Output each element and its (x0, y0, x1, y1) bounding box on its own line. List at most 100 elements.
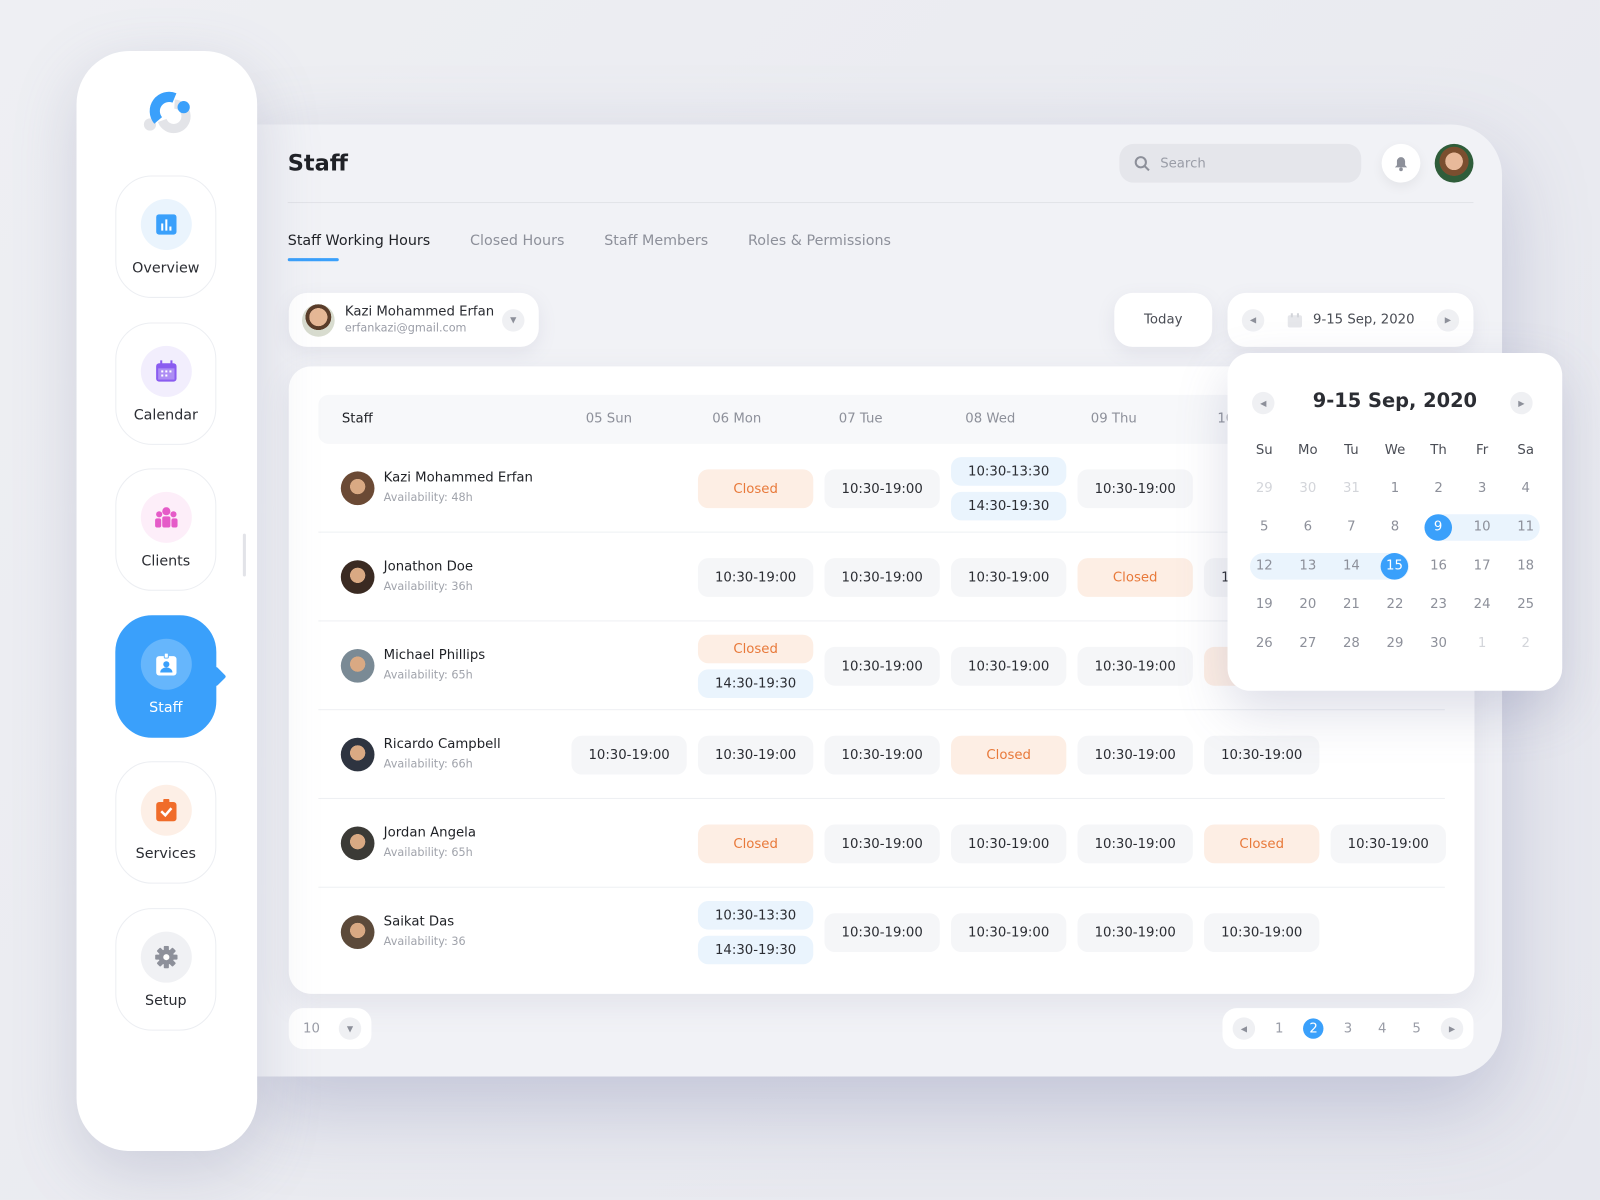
time-slot[interactable]: 10:30-19:00 (1077, 646, 1193, 686)
time-slot[interactable]: 10:30-19:00 (1330, 824, 1446, 864)
calendar-day[interactable]: 9 (1424, 514, 1452, 541)
column-header: 09 Thu (1090, 411, 1137, 427)
calendar-day[interactable]: 17 (1462, 553, 1503, 580)
time-slot[interactable]: 10:30-19:00 (697, 558, 814, 597)
closed-slot[interactable]: Closed (697, 469, 814, 509)
tab-staff-members[interactable]: Staff Members (604, 233, 708, 262)
time-slot[interactable]: 10:30-19:00 (1077, 469, 1193, 509)
calendar-day[interactable]: 10 (1462, 514, 1503, 541)
calendar-day[interactable]: 2 (1505, 631, 1546, 658)
page-1-button[interactable]: 1 (1269, 1018, 1289, 1038)
calendar-day[interactable]: 5 (1244, 514, 1285, 541)
user-avatar[interactable] (1434, 143, 1474, 183)
date-range-picker[interactable]: ◀ 9-15 Sep, 2020 ▶ (1227, 292, 1474, 347)
calendar-day[interactable]: 6 (1287, 514, 1328, 541)
tab-closed-hours[interactable]: Closed Hours (470, 233, 564, 262)
sidebar-scrollbar[interactable] (242, 533, 246, 577)
chevron-down-icon[interactable]: ▼ (502, 308, 525, 332)
calendar-day[interactable]: 13 (1287, 553, 1328, 580)
sidebar-item-services[interactable]: Services (115, 761, 217, 884)
time-slot[interactable]: 14:30-19:30 (697, 669, 814, 698)
tab-roles-permissions[interactable]: Roles & Permissions (748, 233, 891, 262)
column-header: 05 Sun (585, 411, 633, 427)
time-slot[interactable]: 10:30-13:30 (697, 901, 814, 930)
time-slot[interactable]: 10:30-19:00 (1077, 824, 1193, 864)
calendar-day[interactable]: 3 (1462, 476, 1503, 503)
time-slot[interactable]: 10:30-19:00 (951, 558, 1067, 597)
calendar-day[interactable]: 4 (1505, 476, 1546, 503)
sidebar-item-setup[interactable]: Setup (115, 907, 217, 1031)
calendar-day[interactable]: 22 (1375, 592, 1416, 619)
sidebar-item-overview[interactable]: Overview (115, 175, 217, 298)
tab-staff-working-hours[interactable]: Staff Working Hours (287, 233, 430, 262)
time-slot[interactable]: 10:30-19:00 (951, 646, 1067, 686)
page-5-button[interactable]: 5 (1406, 1018, 1426, 1038)
calendar-day[interactable]: 16 (1418, 553, 1459, 580)
prev-week-button[interactable]: ◀ (1241, 308, 1265, 332)
calendar-day[interactable]: 18 (1505, 553, 1546, 580)
time-slot[interactable]: 10:30-13:30 (951, 457, 1067, 486)
calendar-day[interactable]: 29 (1244, 476, 1285, 503)
time-slot[interactable]: 10:30-19:00 (697, 735, 814, 775)
time-slot[interactable]: 10:30-19:00 (824, 735, 940, 775)
time-slot[interactable]: 10:30-19:00 (1204, 735, 1320, 775)
closed-slot[interactable]: Closed (697, 634, 814, 664)
prev-page-button[interactable]: ◀ (1232, 1017, 1256, 1040)
time-slot[interactable]: 10:30-19:00 (824, 824, 940, 864)
time-slot[interactable]: 10:30-19:00 (1077, 913, 1193, 953)
calendar-day[interactable]: 19 (1244, 592, 1285, 619)
calendar-day[interactable]: 27 (1287, 631, 1328, 658)
page-2-button[interactable]: 2 (1303, 1018, 1324, 1039)
calendar-day[interactable]: 12 (1244, 553, 1285, 580)
sidebar-item-staff[interactable]: Staff (115, 614, 217, 738)
time-slot[interactable]: 14:30-19:30 (697, 935, 814, 965)
page-size-select[interactable]: 10 ▼ (288, 1008, 372, 1049)
time-slot[interactable]: 10:30-19:00 (824, 646, 940, 686)
calendar-day[interactable]: 2 (1418, 476, 1459, 503)
time-slot[interactable]: 10:30-19:00 (824, 469, 940, 509)
calendar-day[interactable]: 28 (1331, 631, 1372, 658)
calendar-day[interactable]: 26 (1244, 631, 1285, 658)
calendar-day[interactable]: 15 (1380, 553, 1409, 580)
calendar-day[interactable]: 21 (1331, 592, 1372, 619)
calendar-day[interactable]: 20 (1287, 592, 1328, 619)
time-slot[interactable]: 14:30-19:30 (951, 491, 1067, 521)
notifications-button[interactable] (1381, 143, 1421, 183)
calendar-day[interactable]: 30 (1287, 476, 1328, 503)
calendar-next-button[interactable]: ▶ (1510, 391, 1533, 415)
closed-slot[interactable]: Closed (1077, 558, 1193, 597)
calendar-day[interactable]: 29 (1375, 631, 1416, 658)
closed-slot[interactable]: Closed (697, 824, 814, 864)
time-slot[interactable]: 10:30-19:00 (824, 558, 940, 597)
time-slot[interactable]: 10:30-19:00 (951, 824, 1067, 864)
calendar-day[interactable]: 14 (1331, 553, 1372, 580)
calendar-day[interactable]: 23 (1418, 592, 1459, 619)
calendar-day[interactable]: 31 (1331, 476, 1372, 503)
time-slot[interactable]: 10:30-19:00 (1077, 735, 1193, 775)
closed-slot[interactable]: Closed (951, 735, 1067, 775)
time-slot[interactable]: 10:30-19:00 (951, 913, 1067, 953)
calendar-day[interactable]: 24 (1462, 592, 1503, 619)
calendar-day[interactable]: 1 (1462, 631, 1503, 658)
today-button[interactable]: Today (1114, 292, 1213, 347)
time-slot[interactable]: 10:30-19:00 (824, 913, 940, 953)
page-4-button[interactable]: 4 (1372, 1018, 1392, 1038)
next-week-button[interactable]: ▶ (1436, 308, 1460, 332)
page-3-button[interactable]: 3 (1338, 1018, 1358, 1038)
time-slot[interactable]: 10:30-19:00 (1204, 913, 1320, 953)
search-input[interactable]: Search (1119, 143, 1362, 183)
calendar-day[interactable]: 30 (1418, 631, 1459, 658)
calendar-day[interactable]: 1 (1375, 476, 1416, 503)
time-slot[interactable]: 10:30-19:00 (571, 735, 687, 775)
calendar-day[interactable]: 8 (1375, 514, 1416, 541)
staff-selector[interactable]: Kazi Mohammed Erfan erfankazi@gmail.com ▼ (288, 292, 539, 347)
calendar-day[interactable]: 7 (1331, 514, 1372, 541)
chevron-down-icon[interactable]: ▼ (338, 1017, 362, 1040)
closed-slot[interactable]: Closed (1204, 824, 1320, 864)
next-page-button[interactable]: ▶ (1440, 1017, 1464, 1040)
sidebar-item-calendar[interactable]: Calendar (115, 321, 217, 445)
calendar-day[interactable]: 25 (1505, 592, 1546, 619)
sidebar-item-clients[interactable]: Clients (115, 468, 217, 591)
gear-icon (140, 931, 192, 983)
calendar-day[interactable]: 11 (1505, 514, 1546, 541)
